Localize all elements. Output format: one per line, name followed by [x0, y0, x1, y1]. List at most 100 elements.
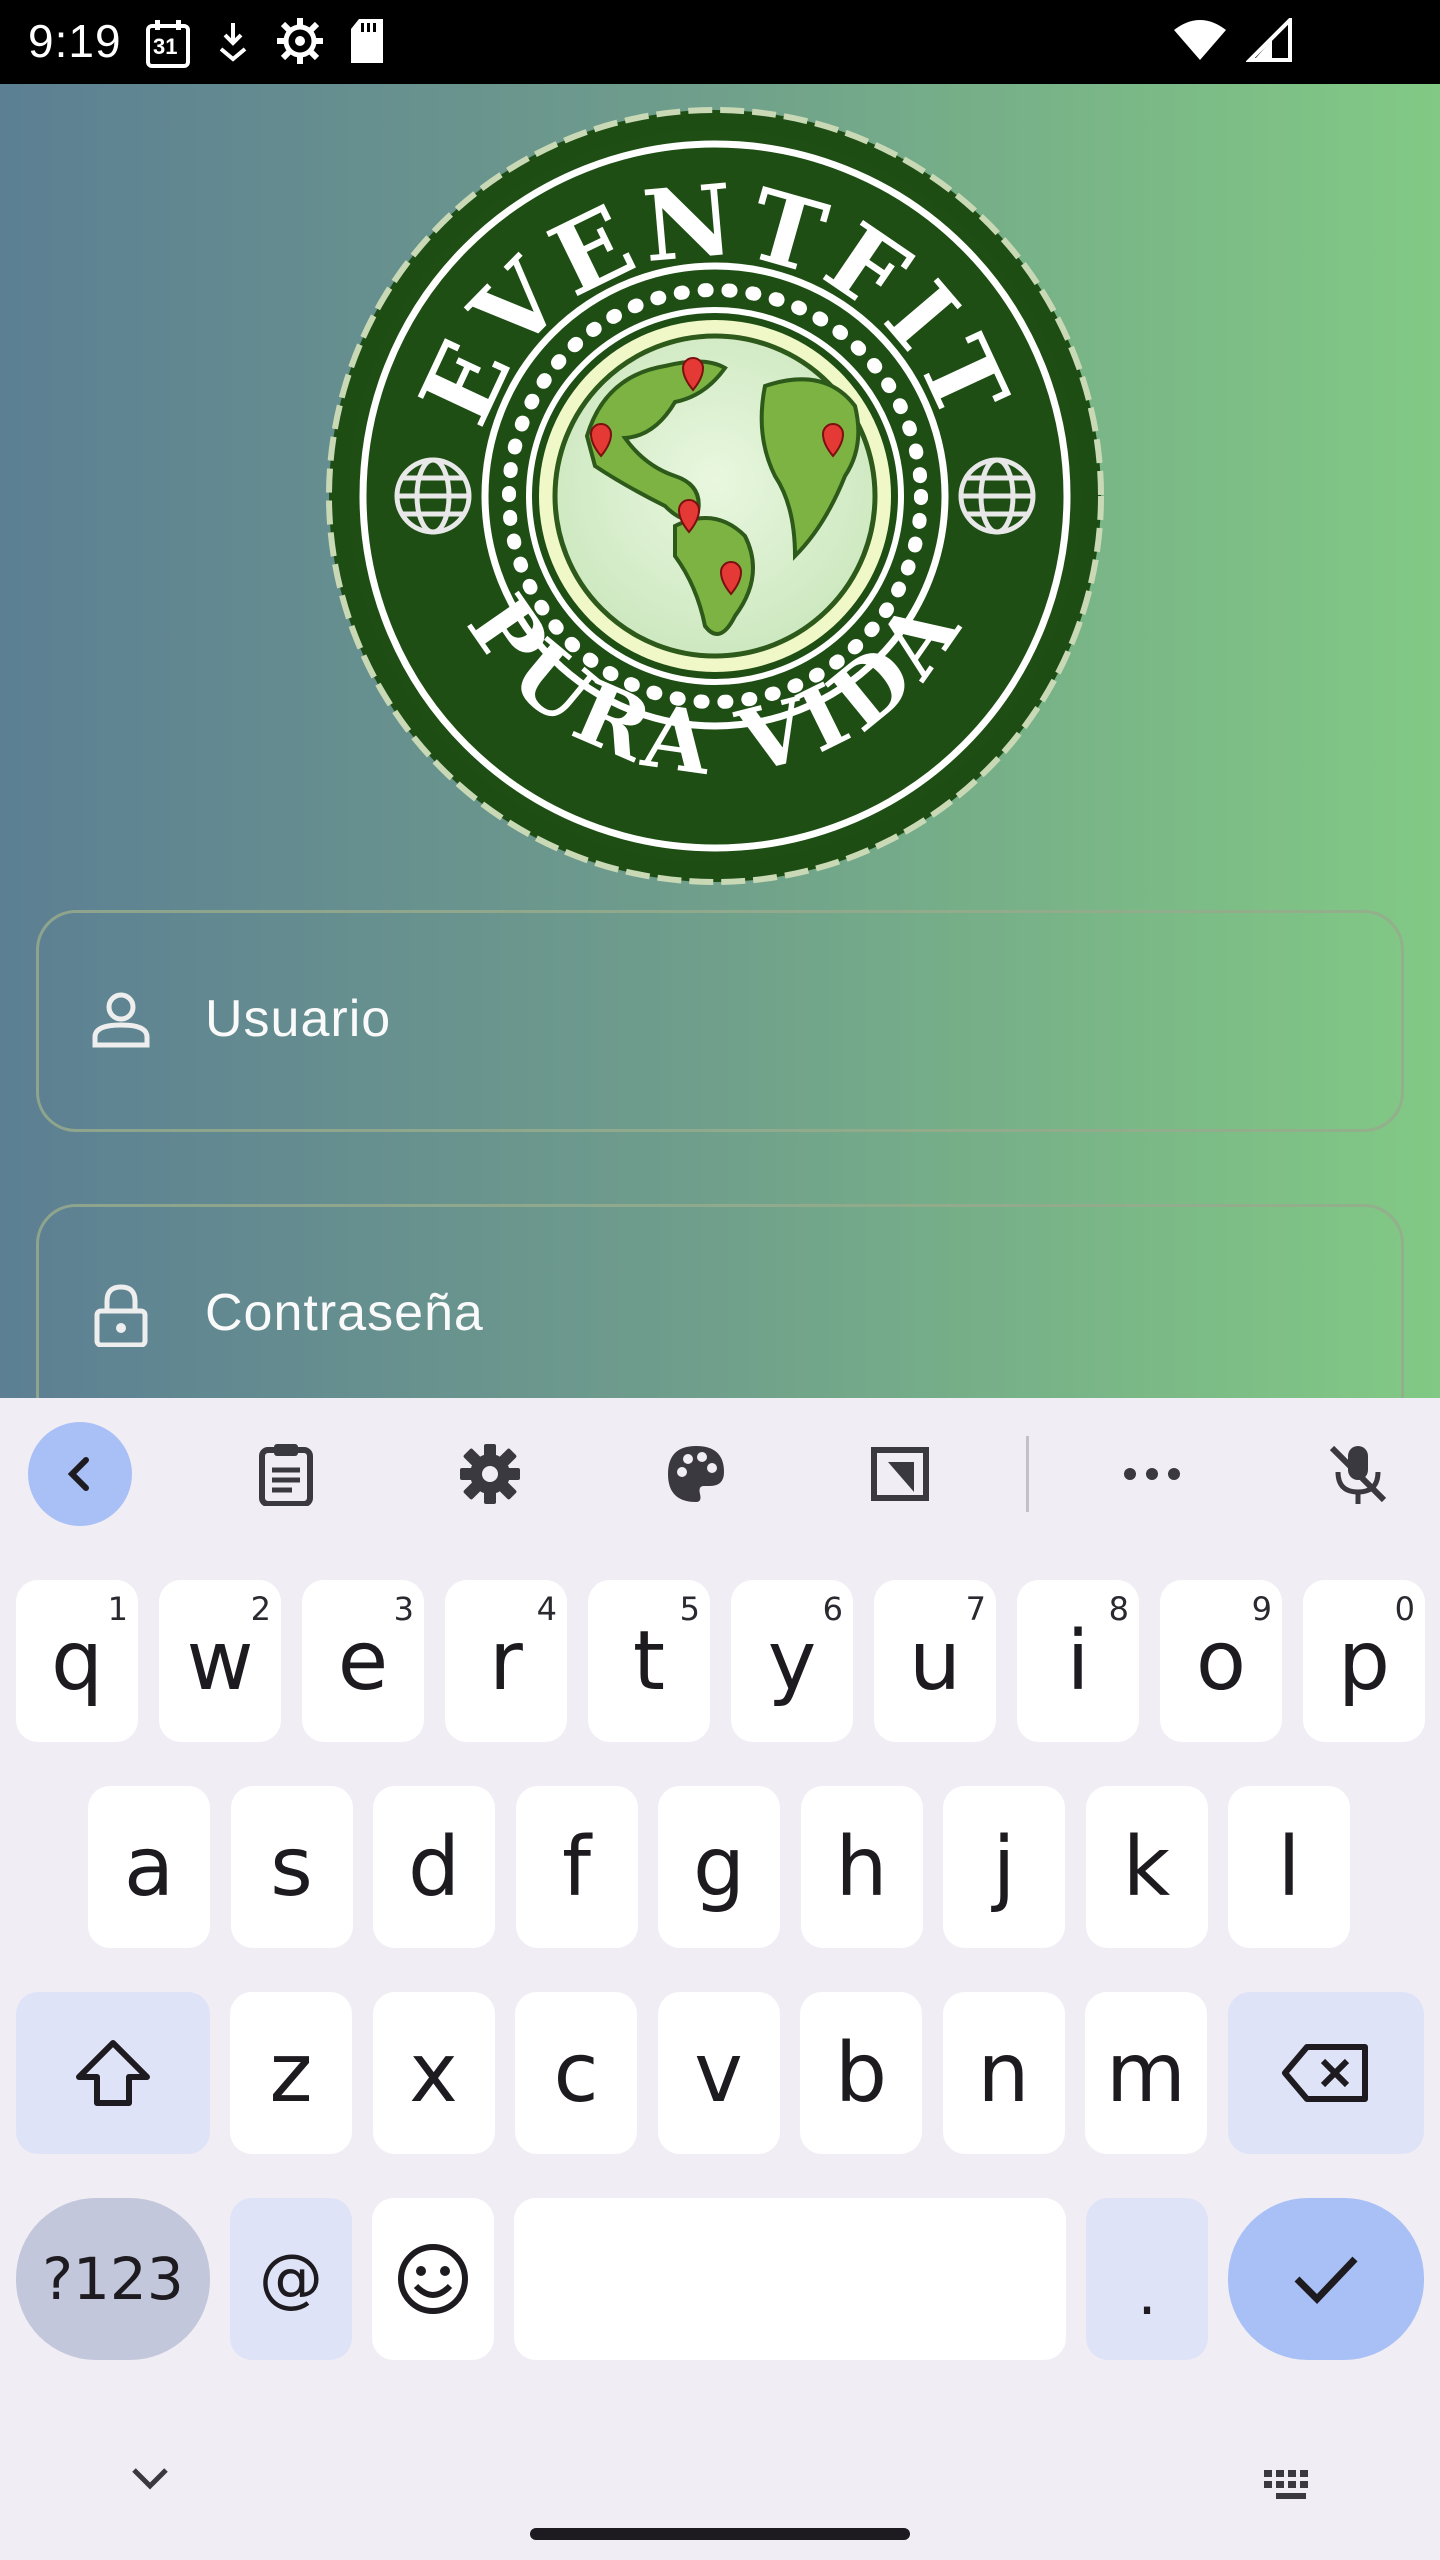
shift-key[interactable] — [16, 1992, 210, 2154]
person-icon — [92, 992, 150, 1048]
key-f[interactable]: f — [515, 1786, 638, 1948]
key-label: d — [407, 1819, 461, 1915]
key-label: p — [1337, 1613, 1391, 1709]
key-label: h — [835, 1819, 888, 1915]
status-icons-right — [1172, 15, 1292, 67]
lock-icon — [94, 1284, 148, 1347]
key-label: b — [834, 2025, 888, 2121]
download-icon — [213, 19, 253, 68]
key-a[interactable]: a — [88, 1786, 210, 1948]
key-label: o — [1195, 1613, 1247, 1709]
eventfit-logo: EVENTFIT PURA VIDA — [326, 107, 1104, 885]
key-d[interactable]: d — [373, 1786, 495, 1948]
period-key[interactable]: . — [1086, 2198, 1208, 2360]
more-icon[interactable] — [1100, 1422, 1204, 1526]
symbols-key[interactable]: ?123 — [16, 2198, 210, 2360]
period-key-label: . — [1137, 2259, 1157, 2329]
keyboard-icon[interactable] — [1262, 2468, 1318, 2502]
key-label: c — [553, 2025, 599, 2121]
key-label: j — [992, 1819, 1016, 1915]
soft-keyboard: ?123 @ . q1w2e3r4t5y6u7i8o9p0asdfghjklzx… — [0, 1398, 1440, 2560]
username-field[interactable]: Usuario — [36, 910, 1404, 1132]
key-hint: 7 — [965, 1590, 986, 1628]
settings-icon — [275, 16, 325, 71]
key-hint: 1 — [107, 1590, 128, 1628]
status-bar: 9:19 31 — [0, 0, 1440, 84]
key-x[interactable]: x — [372, 1992, 495, 2154]
toolbar-divider — [1026, 1436, 1029, 1512]
password-field[interactable]: Contraseña — [36, 1204, 1404, 1398]
wifi-icon — [1172, 18, 1228, 67]
key-label: x — [409, 2025, 458, 2121]
settings-icon[interactable] — [438, 1422, 542, 1526]
chevron-down-icon[interactable] — [128, 2464, 172, 2492]
key-label: w — [186, 1613, 254, 1709]
calendar-icon: 31 — [145, 19, 191, 69]
calendar-day: 31 — [153, 33, 178, 59]
space-key[interactable] — [514, 2198, 1066, 2360]
key-hint: 6 — [822, 1590, 843, 1628]
at-key-label: @ — [259, 2242, 323, 2316]
key-q[interactable]: q1 — [16, 1580, 138, 1742]
key-label: u — [909, 1613, 961, 1709]
key-label: y — [767, 1613, 817, 1709]
palette-icon[interactable] — [644, 1422, 748, 1526]
key-w[interactable]: w2 — [159, 1580, 281, 1742]
key-j[interactable]: j — [943, 1786, 1065, 1948]
crop-icon[interactable] — [848, 1422, 952, 1526]
at-key[interactable]: @ — [230, 2198, 352, 2360]
key-t[interactable]: t5 — [588, 1580, 710, 1742]
key-label: f — [562, 1819, 591, 1915]
key-label: i — [1066, 1613, 1090, 1709]
key-label: k — [1122, 1819, 1171, 1915]
key-o[interactable]: o9 — [1160, 1580, 1282, 1742]
key-hint: 0 — [1394, 1590, 1415, 1628]
key-hint: 4 — [536, 1590, 557, 1628]
check-icon — [1294, 2256, 1358, 2305]
key-i[interactable]: i8 — [1017, 1580, 1139, 1742]
keyboard-toolbar — [0, 1398, 1440, 1548]
key-p[interactable]: p0 — [1303, 1580, 1425, 1742]
key-z[interactable]: z — [230, 1992, 352, 2154]
password-placeholder: Contraseña — [205, 1284, 484, 1342]
mic-off-icon[interactable] — [1306, 1422, 1410, 1526]
login-screen: EVENTFIT PURA VIDA Usuario Contraseña — [0, 84, 1440, 1398]
key-e[interactable]: e3 — [302, 1580, 424, 1742]
backspace-key[interactable] — [1228, 1992, 1424, 2154]
back-icon[interactable] — [28, 1422, 132, 1526]
home-indicator[interactable] — [530, 2528, 910, 2540]
key-label: n — [977, 2025, 1030, 2121]
key-g[interactable]: g — [658, 1786, 780, 1948]
key-h[interactable]: h — [800, 1786, 923, 1948]
key-hint: 2 — [250, 1590, 271, 1628]
key-hint: 3 — [393, 1590, 414, 1628]
key-k[interactable]: k — [1085, 1786, 1208, 1948]
emoji-key[interactable] — [372, 2198, 494, 2360]
emoji-icon — [398, 2244, 468, 2314]
status-time: 9:19 — [28, 15, 122, 67]
clipboard-icon[interactable] — [234, 1422, 338, 1526]
key-m[interactable]: m — [1085, 1992, 1207, 2154]
key-label: r — [489, 1613, 523, 1709]
key-s[interactable]: s — [230, 1786, 353, 1948]
key-label: g — [692, 1819, 746, 1915]
enter-key[interactable] — [1228, 2198, 1424, 2360]
key-label: s — [270, 1819, 313, 1915]
key-c[interactable]: c — [515, 1992, 637, 2154]
key-hint: 9 — [1251, 1590, 1272, 1628]
key-y[interactable]: y6 — [731, 1580, 853, 1742]
key-r[interactable]: r4 — [445, 1580, 567, 1742]
symbols-key-label: ?123 — [42, 2245, 184, 2313]
key-v[interactable]: v — [657, 1992, 780, 2154]
key-b[interactable]: b — [800, 1992, 922, 2154]
status-icons-left: 31 — [145, 16, 387, 71]
sd-card-icon — [347, 17, 387, 70]
key-label: v — [694, 2025, 743, 2121]
key-label: t — [632, 1613, 666, 1709]
key-l[interactable]: l — [1228, 1786, 1350, 1948]
key-label: a — [123, 1819, 175, 1915]
key-n[interactable]: n — [942, 1992, 1065, 2154]
key-u[interactable]: u7 — [874, 1580, 996, 1742]
signal-icon — [1245, 15, 1292, 67]
key-hint: 8 — [1108, 1590, 1129, 1628]
